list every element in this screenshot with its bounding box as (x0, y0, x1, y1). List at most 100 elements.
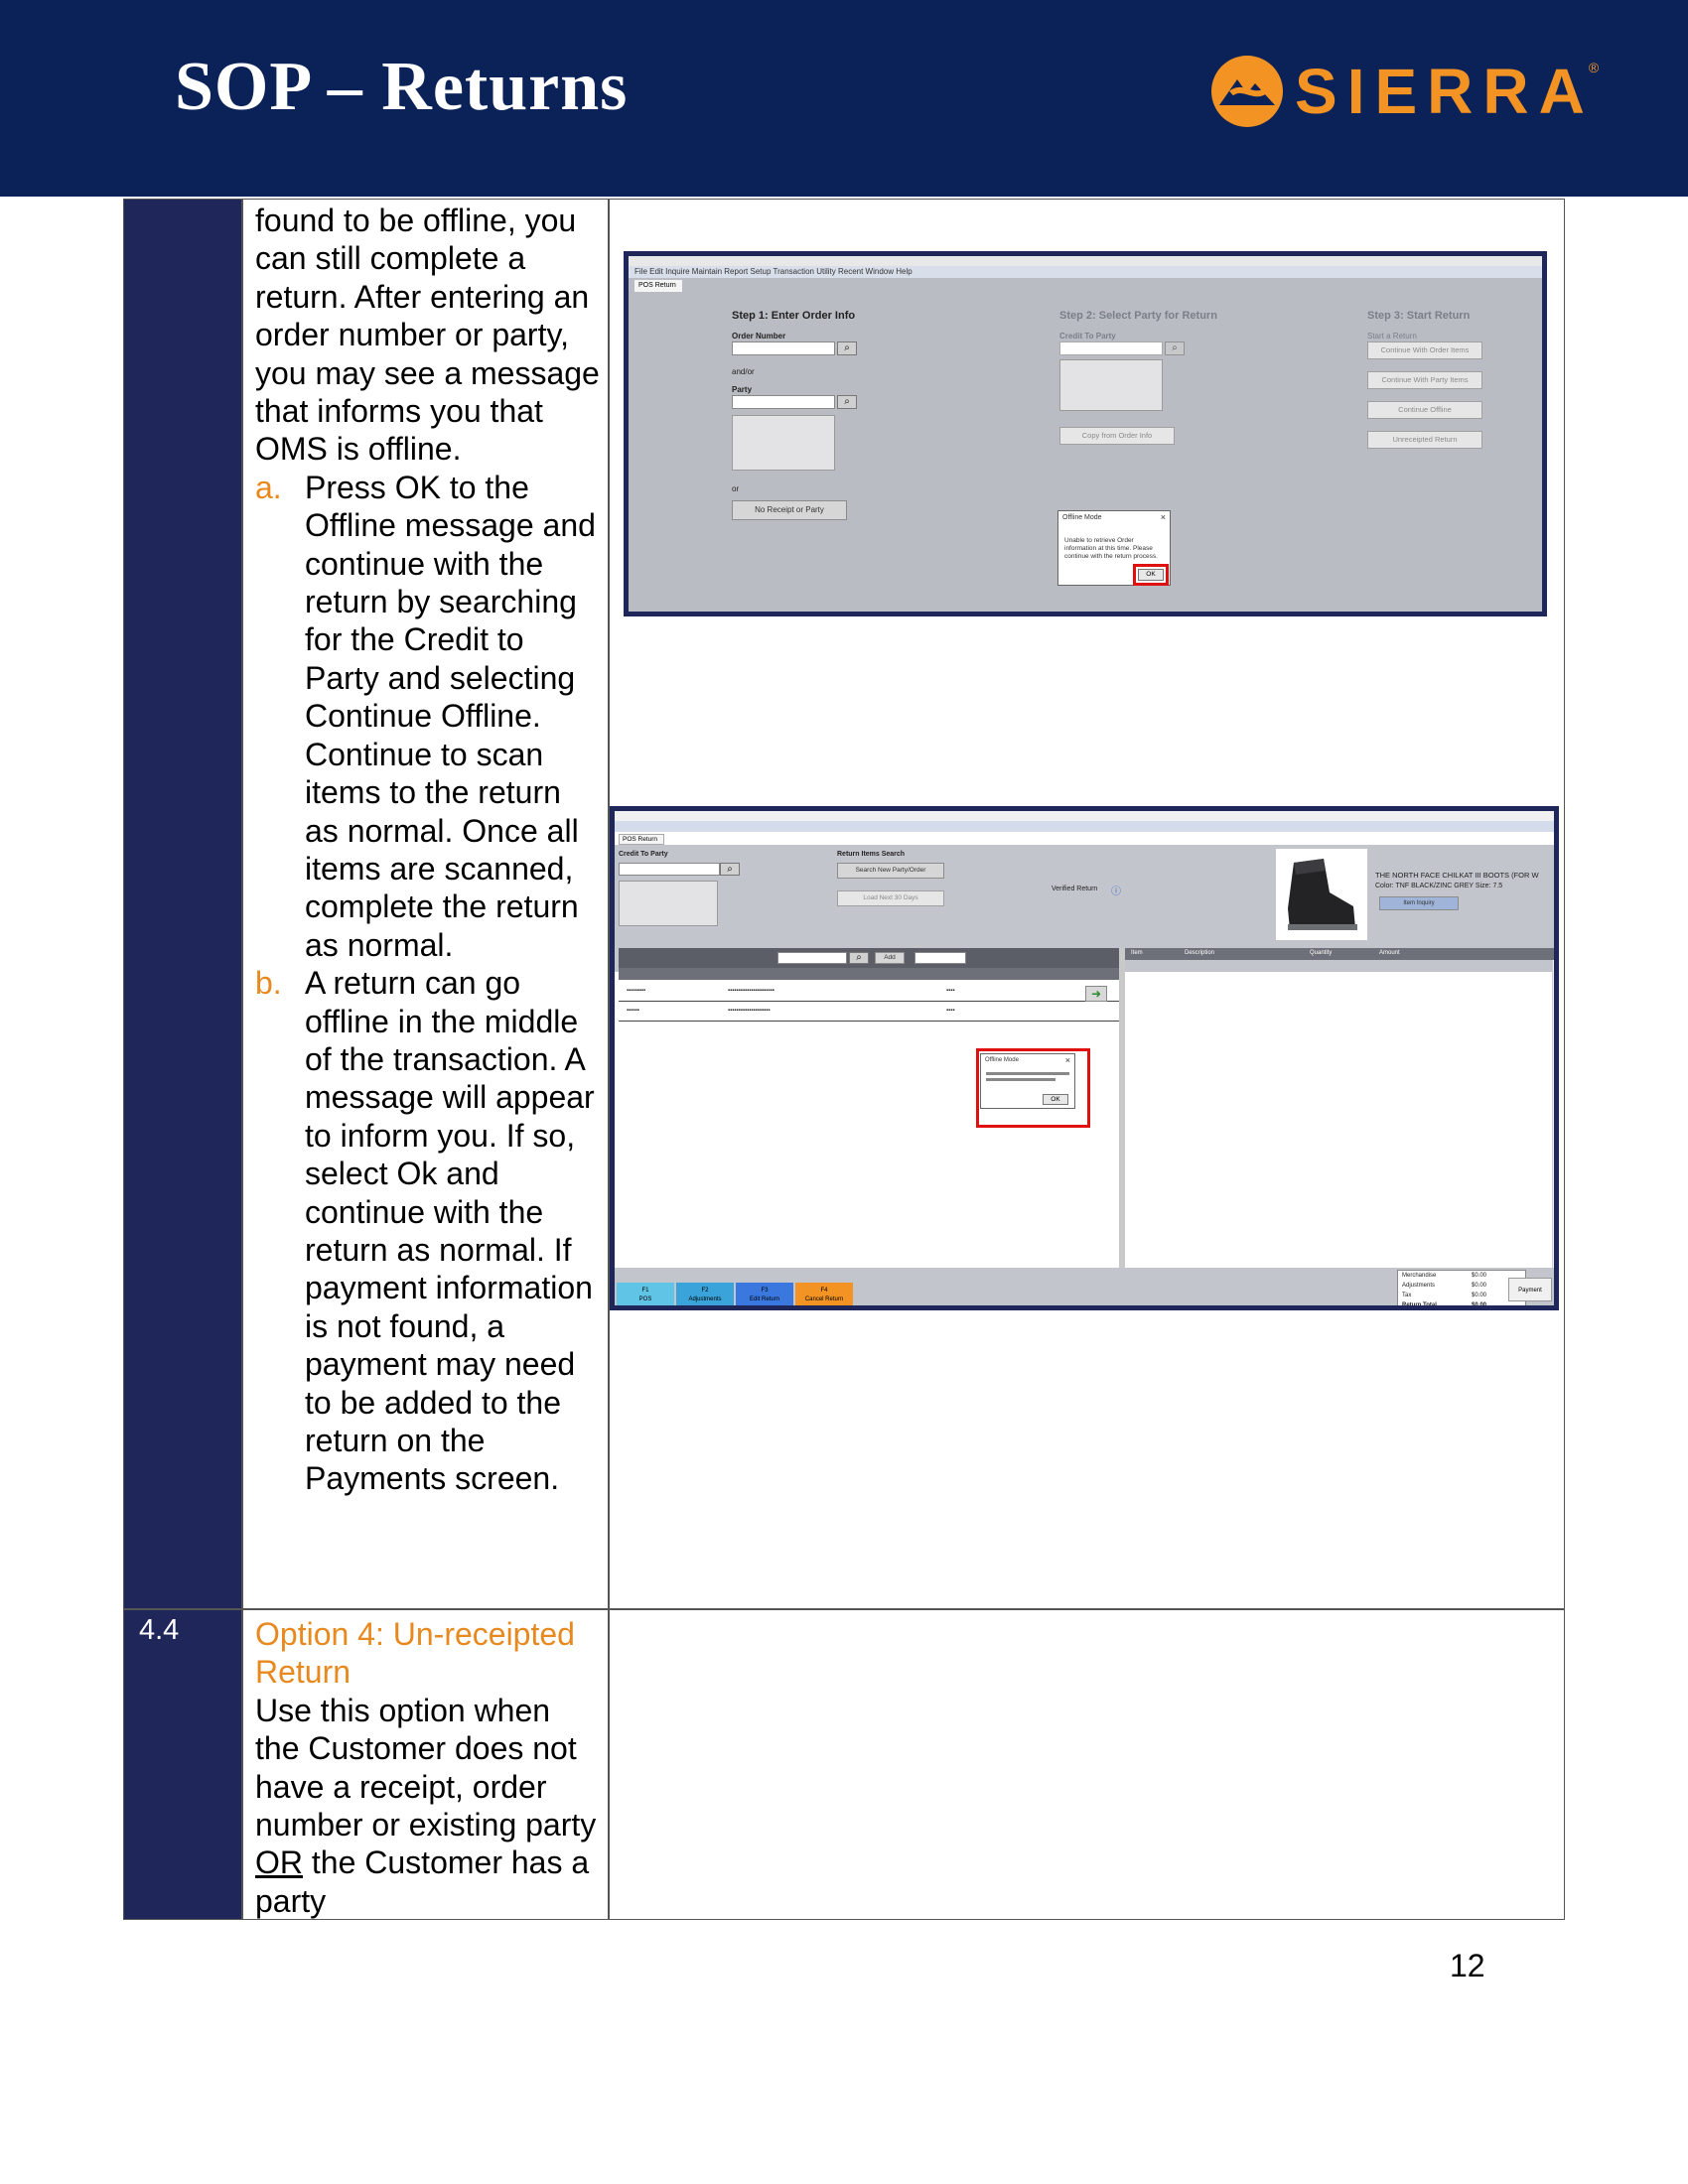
return-items-column-headers: Item Description Quantity Amount (1125, 948, 1554, 960)
credit-to-party-label: Credit To Party (619, 851, 668, 858)
info-icon[interactable]: ⓘ (1111, 883, 1121, 897)
totals-label: Return Total (1402, 1302, 1437, 1308)
option-4-text: Option 4: Un-receipted Return Use this o… (255, 1615, 603, 1920)
party-info-box (732, 415, 835, 471)
unreceipted-return-button[interactable]: Unreceipted Return (1367, 431, 1482, 449)
totals-label: Adjustments (1402, 1283, 1436, 1289)
table-row[interactable]: ▪▪▪▪▪▪ ▪▪▪▪▪▪▪▪▪▪▪▪▪▪▪▪▪▪▪▪ ▪▪▪▪ (619, 1002, 1119, 1022)
scan-item-input[interactable] (777, 952, 847, 964)
search-icon[interactable]: ⌕ (837, 341, 857, 355)
size-value: 7.5 (1492, 883, 1503, 889)
arrow-right-icon[interactable]: ➜ (1085, 986, 1107, 1002)
party-label: Party (732, 385, 753, 394)
tab-pos-return[interactable]: POS Return (634, 280, 682, 292)
color-label: Color: (1375, 883, 1394, 889)
party-input[interactable] (732, 395, 835, 409)
registered-mark: ® (1588, 60, 1600, 75)
search-by-select[interactable] (914, 952, 966, 964)
f4-cancel-return-button[interactable]: F4 Cancel Return (795, 1283, 853, 1305)
fkey-label: Edit Return (749, 1297, 779, 1302)
f2-adjustments-button[interactable]: F2 Adjustments (676, 1283, 734, 1305)
page-number: 12 (1450, 1948, 1485, 1983)
step1-heading: Step 1: Enter Order Info (732, 310, 856, 322)
logo-wordmark: SIERRA (1295, 56, 1595, 127)
order-number-label: Order Number (732, 332, 786, 341)
col-item: Item (1131, 950, 1143, 956)
step3-heading: Step 3: Start Return (1367, 310, 1471, 322)
credit-to-party-input[interactable] (1059, 341, 1163, 355)
option-heading: Option 4: Un-receipted Return (255, 1616, 575, 1691)
fkey-label: POS (638, 1297, 652, 1302)
sierra-mountain-icon (1211, 56, 1283, 127)
list-marker: b. (255, 965, 282, 1002)
column-divider (241, 199, 243, 1920)
option-description: Use this option when the Customer does n… (255, 1692, 603, 1920)
scrollbar[interactable] (1552, 960, 1554, 1268)
list-item-text: A return can go offline in the middle of… (305, 965, 595, 1497)
sierra-logo: SIERRA ® (1209, 52, 1599, 131)
verified-return-label: Verified Return (1052, 886, 1098, 892)
search-icon[interactable]: ⌕ (837, 395, 857, 409)
row-divider (123, 1608, 1565, 1610)
or-label: or (732, 484, 740, 493)
fkey-number: F4 (820, 1288, 828, 1294)
search-icon[interactable]: ⌕ (720, 863, 740, 876)
search-icon[interactable]: ⌕ (849, 952, 869, 964)
color-value: TNF BLACK/ZINC GREY (1395, 883, 1474, 889)
list-marker: a. (255, 469, 282, 505)
continue-with-order-items-button[interactable]: Continue With Order Items (1367, 341, 1482, 359)
tab-pos-return[interactable]: POS Return (619, 834, 664, 845)
no-receipt-button[interactable]: No Receipt or Party (732, 500, 847, 520)
totals-label: Merchandise (1402, 1273, 1437, 1279)
item-inquiry-button[interactable]: Item Inquiry (1379, 896, 1459, 910)
load-next-30-days-button[interactable]: Load Next 30 Days (837, 890, 944, 906)
credit-to-party-label: Credit To Party (1059, 332, 1116, 341)
fkey-label: Cancel Return (804, 1297, 844, 1302)
window-titlebar (615, 811, 1554, 821)
list-item: a. Press OK to the Offline message and c… (255, 469, 603, 964)
fkey-number: F2 (701, 1288, 709, 1294)
add-button[interactable]: Add (875, 952, 905, 964)
return-totals: Merchandise $0.00 Adjustments $0.00 Tax … (1397, 1270, 1526, 1308)
size-label: Size: (1475, 883, 1491, 889)
product-image (1276, 849, 1367, 940)
col-description: Description (1185, 950, 1215, 956)
product-details: Color: TNF BLACK/ZINC GREY Size: 7.5 (1375, 883, 1502, 889)
totals-value: $0.00 (1472, 1283, 1487, 1289)
return-items-search-label: Return Items Search (837, 851, 906, 858)
table-row[interactable]: ▪▪▪▪▪▪▪▪▪ ▪▪▪▪▪▪▪▪▪▪▪▪▪▪▪▪▪▪▪▪▪▪ ▪▪▪▪ (619, 982, 1119, 1002)
list-item-text: Press OK to the Offline message and cont… (305, 469, 596, 963)
pane-splitter[interactable] (1119, 948, 1125, 1268)
dialog-title: Offline Mode (1062, 514, 1102, 521)
description-text: the Customer has a party (255, 1844, 590, 1919)
dialog-message: Unable to retrieve Order information at … (1064, 537, 1158, 560)
menu-bar[interactable]: File Edit Inquire Maintain Report Setup … (629, 266, 1542, 278)
credit-party-info-box (1059, 359, 1163, 411)
copy-from-order-info-button[interactable]: Copy from Order Info (1059, 427, 1175, 445)
continue-with-party-items-button[interactable]: Continue With Party Items (1367, 371, 1482, 389)
f3-edit-return-button[interactable]: F3 Edit Return (736, 1283, 793, 1305)
totals-value: $0.00 (1472, 1273, 1487, 1279)
intro-paragraph: found to be offline, you can still compl… (255, 203, 600, 468)
description-text: Use this option when the Customer does n… (255, 1692, 597, 1843)
continue-offline-button[interactable]: Continue Offline (1367, 401, 1482, 419)
andor-label: and/or (732, 367, 755, 376)
grid-column-headers (619, 968, 1119, 980)
section-number: 4.4 (139, 1614, 180, 1646)
highlight-box (976, 1048, 1090, 1128)
payment-button[interactable]: Payment (1508, 1278, 1552, 1301)
close-icon[interactable]: × (1161, 512, 1166, 522)
menu-bar[interactable] (615, 821, 1554, 832)
instruction-text: found to be offline, you can still compl… (255, 202, 603, 1498)
search-icon[interactable]: ⌕ (1165, 341, 1185, 355)
credit-to-party-input[interactable] (619, 863, 720, 876)
search-new-party-order-button[interactable]: Search New Party/Order (837, 863, 944, 879)
col-amount: Amount (1379, 950, 1400, 956)
party-address-box (619, 881, 718, 926)
fkey-number: F1 (641, 1288, 649, 1294)
f1-pos-button[interactable]: F1 POS (617, 1283, 674, 1305)
page-title: SOP – Returns (175, 49, 629, 125)
order-number-input[interactable] (732, 341, 835, 355)
highlight-box (1133, 564, 1169, 586)
fkey-number: F3 (761, 1288, 769, 1294)
